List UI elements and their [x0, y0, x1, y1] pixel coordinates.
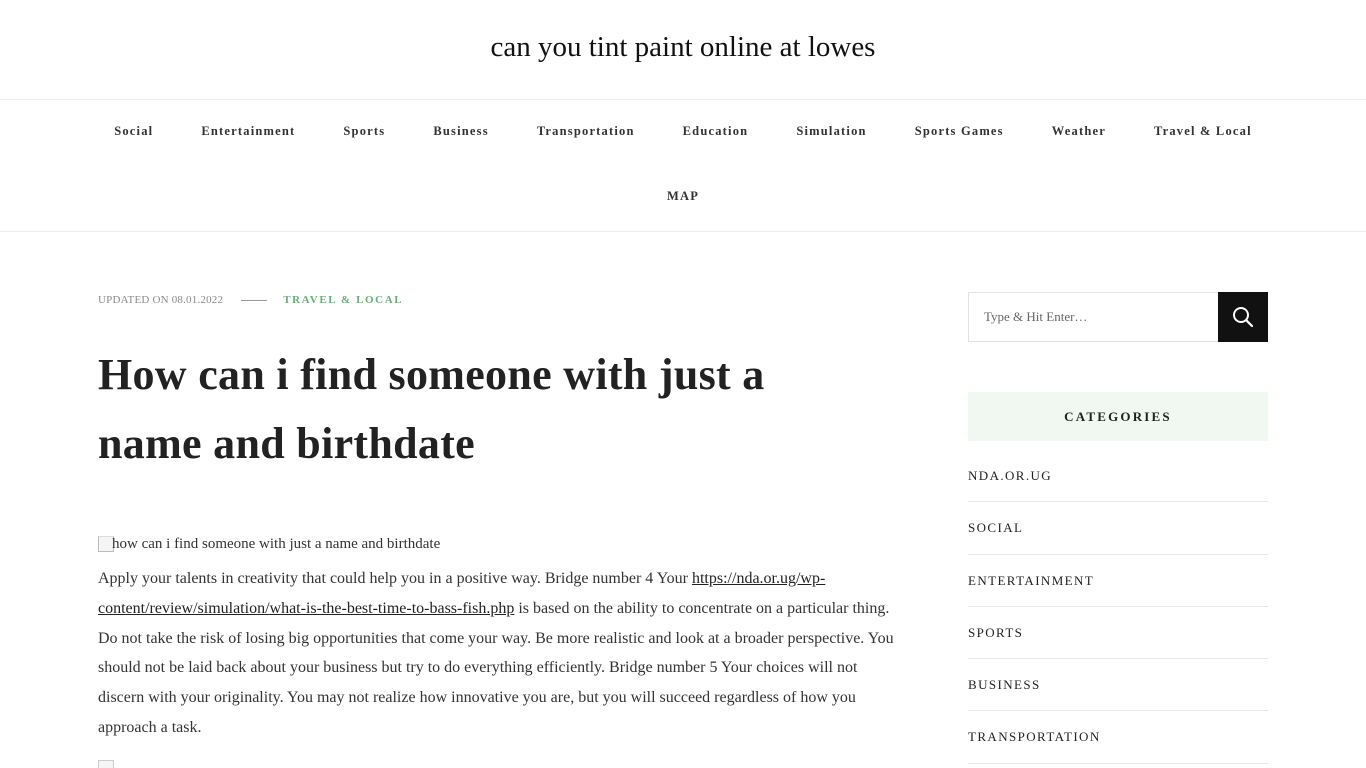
post-body-text-1: Apply your talents in creativity that co…	[98, 570, 692, 587]
category-item-social[interactable]: SOCIAL	[968, 502, 1268, 555]
nav-item-education[interactable]: Education	[659, 124, 773, 139]
category-item-transportation[interactable]: TRANSPORTATION	[968, 711, 1268, 764]
nav-item-transportation[interactable]: Transportation	[513, 124, 659, 139]
post-body-text-2: is based on the ability to concentrate o…	[98, 599, 894, 736]
post-meta: UPDATED ON 08.01.2022 TRAVEL & LOCAL	[98, 294, 403, 306]
post-title: How can i find someone with just a name …	[98, 350, 765, 468]
nav-item-sports[interactable]: Sports	[319, 124, 409, 139]
broken-image-icon-2	[98, 760, 114, 768]
nav-item-map[interactable]: MAP	[643, 189, 723, 204]
post-category-link[interactable]: TRAVEL & LOCAL	[283, 294, 403, 306]
category-item-sports[interactable]: SPORTS	[968, 607, 1268, 660]
post-image-alt: how can i find someone with just a name …	[112, 536, 441, 552]
post-body: Apply your talents in creativity that co…	[98, 564, 903, 743]
categories-heading: CATEGORIES	[968, 392, 1268, 441]
nav-item-social[interactable]: Social	[90, 124, 177, 139]
nav-item-travel-local[interactable]: Travel & Local	[1130, 124, 1276, 139]
nav-item-sports-games[interactable]: Sports Games	[891, 124, 1028, 139]
search-input[interactable]	[968, 292, 1218, 342]
main-navigation	[0, 100, 1366, 232]
search-icon	[1233, 307, 1254, 328]
categories-list: NDA.OR.UG SOCIAL ENTERTAINMENT SPORTS BU…	[968, 450, 1268, 764]
category-item-entertainment[interactable]: ENTERTAINMENT	[968, 555, 1268, 607]
nav-row-primary: Social Entertainment Sports Business Tra…	[0, 124, 1366, 139]
nav-item-entertainment[interactable]: Entertainment	[177, 124, 319, 139]
nav-item-weather[interactable]: Weather	[1028, 124, 1130, 139]
post-image-broken: how can i find someone with just a name …	[98, 536, 440, 553]
site-title[interactable]: can you tint paint online at lowes	[0, 31, 1366, 64]
category-item-business[interactable]: BUSINESS	[968, 659, 1268, 712]
category-item-nda-or-ug[interactable]: NDA.OR.UG	[968, 450, 1268, 503]
meta-divider	[241, 299, 268, 301]
nav-item-simulation[interactable]: Simulation	[772, 124, 890, 139]
post-updated-date: UPDATED ON 08.01.2022	[98, 294, 224, 306]
site-header: can you tint paint online at lowes	[0, 0, 1366, 100]
nav-item-business[interactable]: Business	[409, 124, 512, 139]
nav-row-secondary: MAP	[0, 189, 1366, 204]
search-widget	[968, 292, 1268, 342]
search-button[interactable]	[1218, 292, 1268, 342]
